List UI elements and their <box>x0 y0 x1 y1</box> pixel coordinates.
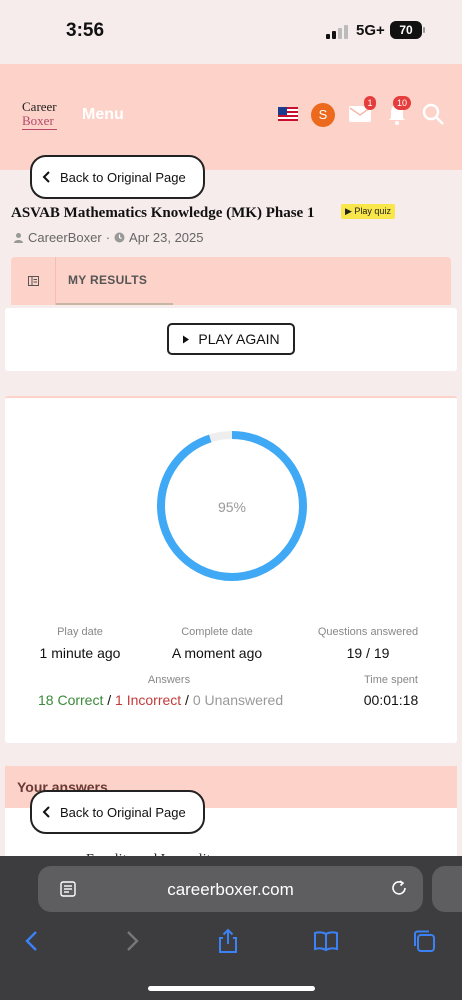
menu-button[interactable]: Menu <box>82 106 124 124</box>
play-date-value: 1 minute ago <box>39 645 121 661</box>
clock-icon <box>114 232 125 243</box>
back-arrow-icon[interactable] <box>20 928 46 954</box>
next-tab-peek[interactable] <box>432 866 462 912</box>
meta-separator: · <box>105 230 111 245</box>
battery-icon: 70 <box>390 21 422 39</box>
quiz-title: ASVAB Mathematics Knowledge (MK) Phase 1 <box>11 205 315 221</box>
site-logo[interactable]: Career Boxer <box>22 100 57 130</box>
search-icon[interactable] <box>421 102 445 126</box>
user-avatar[interactable]: S <box>311 103 335 127</box>
address-bar[interactable]: careerboxer.com <box>38 866 423 912</box>
book-icon[interactable] <box>28 276 39 286</box>
score-percent: 95% <box>217 499 247 515</box>
complete-date-label: Complete date <box>181 626 253 638</box>
play-icon <box>183 335 190 343</box>
time-spent-value: 00:01:18 <box>363 692 419 708</box>
back-button-label: Back to Original Page <box>60 169 186 185</box>
network-type: 5G+ <box>356 22 385 39</box>
play-again-label: PLAY AGAIN <box>198 331 280 347</box>
logo-line-2: Boxer <box>22 114 57 130</box>
quiz-meta: CareerBoxer · Apr 23, 2025 <box>13 230 204 245</box>
mail-badge: 1 <box>364 96 376 110</box>
back-to-original-button-floating[interactable]: Back to Original Page <box>30 790 205 834</box>
play-again-card: PLAY AGAIN <box>5 308 457 371</box>
chevron-left-icon <box>42 806 50 818</box>
tab-my-results[interactable]: MY RESULTS <box>68 273 147 287</box>
back-button-label: Back to Original Page <box>60 804 186 820</box>
answers-label: Answers <box>147 674 191 686</box>
answers-summary: 18 Correct / 1 Incorrect / 0 Unanswered <box>38 692 283 708</box>
active-tab-indicator <box>56 303 173 305</box>
tabs-icon[interactable] <box>411 928 437 954</box>
share-icon[interactable] <box>215 928 241 954</box>
quiz-date: Apr 23, 2025 <box>129 230 204 245</box>
battery-tip <box>423 27 425 33</box>
status-bar: 3:56 5G+ 70 <box>0 0 462 64</box>
bookmarks-icon[interactable] <box>313 928 339 954</box>
play-quiz-badge[interactable]: ▶ Play quiz <box>341 204 395 219</box>
logo-line-1: Career <box>22 99 57 114</box>
time-spent-label: Time spent <box>363 674 418 686</box>
us-flag-icon[interactable] <box>278 107 298 121</box>
browser-toolbar: careerboxer.com <box>0 856 462 1000</box>
quiz-author[interactable]: CareerBoxer <box>28 230 102 245</box>
signal-icon <box>326 25 348 39</box>
reload-icon[interactable] <box>390 879 408 897</box>
results-card: 95% Play date 1 minute ago Complete date… <box>5 396 457 743</box>
forward-arrow-icon[interactable] <box>118 928 144 954</box>
home-indicator[interactable] <box>148 986 315 991</box>
tab-divider <box>55 257 56 305</box>
correct-count: 18 Correct <box>38 692 104 708</box>
incorrect-count: 1 Incorrect <box>115 692 182 708</box>
url-text: careerboxer.com <box>167 880 294 899</box>
separator: / <box>103 692 116 708</box>
notification-badge: 10 <box>393 96 411 110</box>
status-time: 3:56 <box>66 20 105 41</box>
results-tabs: MY RESULTS <box>11 257 451 305</box>
back-to-original-button[interactable]: Back to Original Page <box>30 155 205 199</box>
separator: / <box>181 692 193 708</box>
play-again-button[interactable]: PLAY AGAIN <box>167 323 295 355</box>
questions-answered-label: Questions answered <box>317 626 419 638</box>
play-date-label: Play date <box>57 626 103 638</box>
complete-date-value: A moment ago <box>171 645 263 661</box>
questions-answered-value: 19 / 19 <box>346 645 390 661</box>
chevron-left-icon <box>42 171 50 183</box>
user-icon <box>14 233 23 243</box>
unanswered-count: 0 Unanswered <box>192 692 284 708</box>
